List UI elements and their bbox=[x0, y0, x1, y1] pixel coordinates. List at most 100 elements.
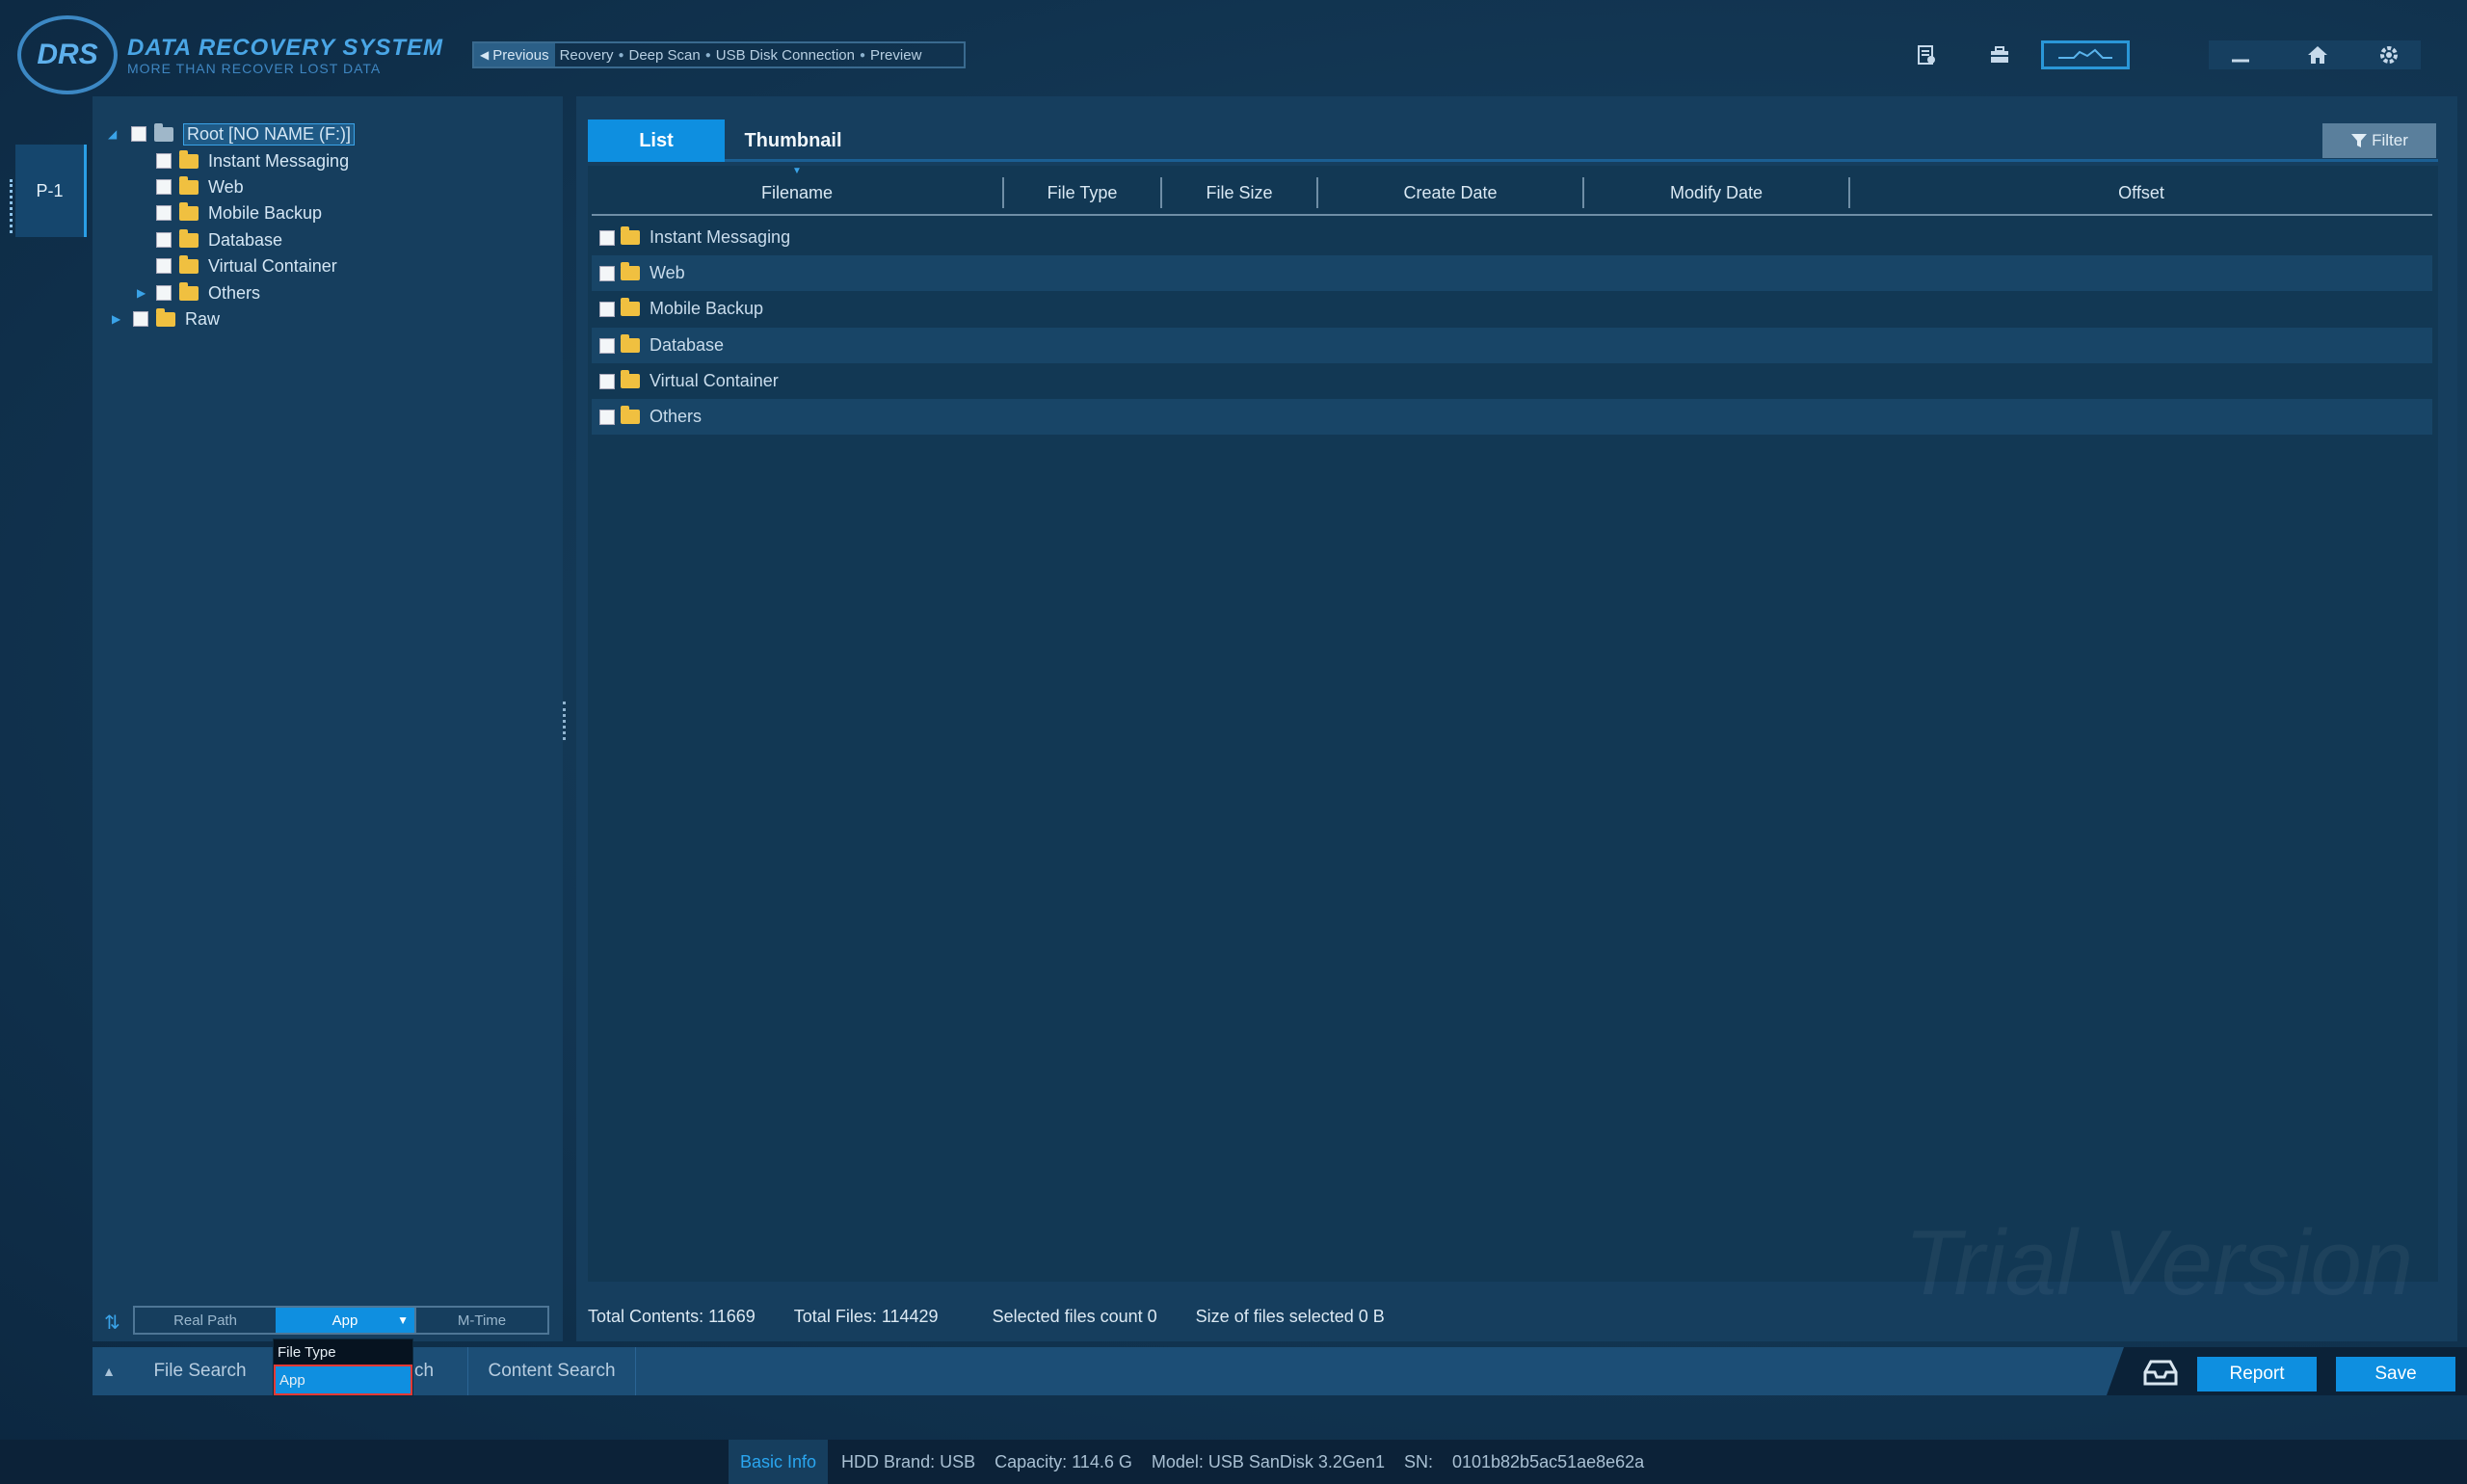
case-button[interactable] bbox=[1968, 40, 2031, 69]
column-file-type[interactable]: File Type bbox=[1004, 177, 1162, 208]
collapsed-triangle-icon[interactable]: ▶ bbox=[112, 312, 133, 326]
dropdown-option-file-type[interactable]: File Type bbox=[274, 1339, 412, 1365]
tree-node-label: Others bbox=[208, 282, 261, 303]
sort-mtime-button[interactable]: M-Time bbox=[414, 1308, 547, 1333]
row-filename: Database bbox=[650, 335, 725, 355]
checkbox[interactable] bbox=[156, 232, 172, 248]
folder-icon bbox=[621, 370, 640, 388]
home-button[interactable] bbox=[2286, 40, 2349, 69]
column-modify-date[interactable]: Modify Date bbox=[1584, 177, 1850, 208]
column-offset[interactable]: Offset bbox=[1850, 177, 2432, 208]
collapse-up-icon[interactable]: ▲ bbox=[94, 1357, 123, 1386]
tree-node-mobile-backup[interactable]: Mobile Backup bbox=[156, 200, 322, 225]
row-filename: Mobile Backup bbox=[650, 299, 764, 318]
folder-icon bbox=[179, 254, 199, 274]
table-row[interactable]: Instant Messaging bbox=[592, 220, 2432, 255]
content-search-tab[interactable]: Content Search bbox=[468, 1347, 636, 1395]
basic-info-tab[interactable]: Basic Info bbox=[729, 1440, 829, 1484]
tree-node-database[interactable]: Database bbox=[156, 227, 282, 252]
drag-grip-icon[interactable] bbox=[10, 179, 17, 233]
briefcase-icon bbox=[1991, 46, 2008, 63]
partition-tab[interactable]: P-1 bbox=[15, 145, 87, 237]
column-file-size[interactable]: File Size bbox=[1162, 177, 1318, 208]
table-row[interactable]: Virtual Container bbox=[592, 363, 2432, 399]
row-filename: Web bbox=[650, 263, 685, 282]
export-tray-button[interactable] bbox=[2141, 1357, 2180, 1388]
folder-icon bbox=[179, 228, 199, 248]
expanded-triangle-icon[interactable]: ◢ bbox=[108, 127, 121, 141]
tree-node-instant-messaging[interactable]: Instant Messaging bbox=[156, 148, 349, 173]
capacity: Capacity: 114.6 G bbox=[995, 1451, 1132, 1471]
model: Model: USB SanDisk 3.2Gen1 bbox=[1151, 1451, 1385, 1471]
tree-node-raw[interactable]: ▶ Raw bbox=[112, 306, 220, 331]
graph-view-button[interactable] bbox=[2041, 40, 2130, 69]
tree-node-others[interactable]: ▶ Others bbox=[137, 280, 260, 305]
scan-list-button[interactable] bbox=[1895, 40, 1958, 69]
breadcrumb-step-preview[interactable]: Preview bbox=[865, 47, 926, 64]
app-logo: DRS bbox=[17, 15, 118, 94]
tab-thumbnail[interactable]: Thumbnail bbox=[725, 119, 862, 162]
folder-icon bbox=[621, 262, 640, 280]
breadcrumb-step-deep-scan[interactable]: Deep Scan bbox=[624, 47, 705, 64]
minimize-button[interactable] bbox=[2209, 40, 2272, 69]
folder-icon bbox=[179, 149, 199, 169]
partition-tab-label: P-1 bbox=[36, 180, 64, 200]
row-filename: Others bbox=[650, 407, 703, 426]
panel-splitter[interactable] bbox=[563, 702, 567, 740]
table-header: Filename File Type File Size Create Date… bbox=[592, 173, 2432, 216]
file-search-tab[interactable]: File Search bbox=[125, 1347, 276, 1395]
checkbox[interactable] bbox=[156, 285, 172, 301]
tree-node-label: Database bbox=[208, 229, 283, 250]
total-contents: Total Contents: 11669 bbox=[588, 1306, 756, 1326]
filter-button[interactable]: Filter bbox=[2322, 123, 2436, 158]
checkbox[interactable] bbox=[156, 153, 172, 169]
checkbox[interactable] bbox=[131, 126, 146, 142]
selected-size: Size of files selected 0 B bbox=[1195, 1306, 1385, 1326]
previous-button[interactable]: ◀ Previous bbox=[474, 43, 555, 66]
home-icon bbox=[2308, 46, 2327, 64]
sort-indicator-icon: ▼ bbox=[792, 166, 802, 176]
report-button[interactable]: Report bbox=[2197, 1357, 2317, 1391]
table-row[interactable]: Database bbox=[592, 328, 2432, 363]
settings-button[interactable] bbox=[2357, 40, 2421, 69]
tree-node-web[interactable]: Web bbox=[156, 174, 244, 199]
checkbox[interactable] bbox=[599, 301, 615, 317]
folder-icon bbox=[621, 334, 640, 353]
checkbox[interactable] bbox=[599, 373, 615, 389]
breadcrumb-step-recovery[interactable]: Reovery bbox=[555, 47, 619, 64]
device-info: Basic Info HDD Brand: USB Capacity: 114.… bbox=[729, 1440, 1663, 1484]
logo-mark-text: DRS bbox=[37, 39, 98, 70]
view-tab-bar bbox=[588, 119, 2438, 162]
sn-label: SN: bbox=[1403, 1451, 1433, 1471]
checkbox[interactable] bbox=[156, 205, 172, 221]
breadcrumb-step-usb[interactable]: USB Disk Connection bbox=[711, 47, 860, 64]
tree-node-virtual-container[interactable]: Virtual Container bbox=[156, 253, 337, 278]
tab-list[interactable]: List bbox=[588, 119, 725, 162]
checkbox[interactable] bbox=[599, 337, 615, 354]
checkbox[interactable] bbox=[599, 265, 615, 281]
checkbox[interactable] bbox=[599, 409, 615, 425]
dropdown-option-app[interactable]: App bbox=[274, 1365, 412, 1395]
gear-icon bbox=[2380, 46, 2398, 64]
tree-node-root[interactable]: ◢ Root [NO NAME (F:)] bbox=[108, 121, 356, 146]
checkbox[interactable] bbox=[599, 229, 615, 246]
sort-icon[interactable]: ⇅ bbox=[104, 1311, 120, 1335]
app-title: DATA RECOVERY SYSTEM bbox=[127, 35, 444, 61]
app-subtitle: MORE THAN RECOVER LOST DATA bbox=[127, 61, 382, 76]
checkbox[interactable] bbox=[156, 179, 172, 195]
folder-icon bbox=[179, 281, 199, 301]
column-create-date[interactable]: Create Date bbox=[1318, 177, 1584, 208]
collapsed-triangle-icon[interactable]: ▶ bbox=[137, 286, 156, 300]
sort-app-dropdown[interactable]: App ▼ bbox=[276, 1308, 414, 1333]
table-row[interactable]: Others bbox=[592, 399, 2432, 435]
table-row[interactable]: Mobile Backup bbox=[592, 291, 2432, 327]
sort-real-path-button[interactable]: Real Path bbox=[135, 1308, 276, 1333]
checkbox[interactable] bbox=[133, 311, 148, 327]
checkbox[interactable] bbox=[156, 258, 172, 274]
column-filename[interactable]: Filename bbox=[592, 177, 1004, 208]
save-button[interactable]: Save bbox=[2336, 1357, 2455, 1391]
table-row[interactable]: Web bbox=[592, 255, 2432, 291]
graph-icon bbox=[2058, 48, 2112, 59]
row-filename: Virtual Container bbox=[650, 371, 779, 390]
search-tab-partial[interactable]: ch bbox=[414, 1347, 468, 1395]
